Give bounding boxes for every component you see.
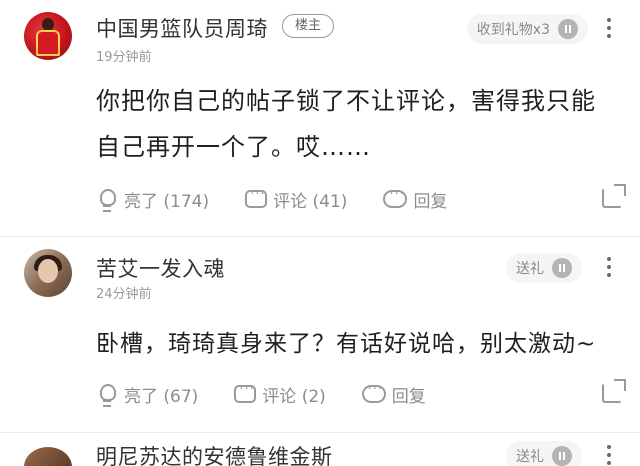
pause-icon bbox=[552, 446, 572, 466]
more-options-icon[interactable] bbox=[606, 445, 612, 466]
comment-text: 卧槽，琦琦真身来了？有话好说哈，别太激动~ bbox=[96, 331, 597, 357]
avatar[interactable] bbox=[24, 447, 72, 466]
action-bar: 亮了 (67) 评论 (2) 回复 bbox=[96, 379, 626, 409]
op-badge: 楼主 bbox=[282, 14, 335, 38]
share-icon[interactable] bbox=[602, 379, 626, 403]
pause-icon bbox=[552, 258, 572, 278]
reply-icon bbox=[383, 187, 408, 208]
pause-icon bbox=[558, 19, 578, 39]
like-button[interactable]: 亮了 (67) bbox=[96, 382, 198, 407]
comment-button[interactable]: 评论 (2) bbox=[234, 382, 326, 407]
comment-button[interactable]: 评论 (41) bbox=[245, 187, 347, 212]
reply-icon bbox=[361, 382, 386, 403]
like-label: 亮了 (67) bbox=[124, 386, 199, 407]
comment-item: 明尼苏达的安德鲁维金斯 送礼 bbox=[0, 432, 640, 466]
username[interactable]: 中国男篮队员周琦 bbox=[96, 13, 268, 43]
comment-icon bbox=[234, 382, 257, 403]
comment-item: 中国男篮队员周琦 楼主 19分钟前 收到礼物x3 你把你自己的帖子锁了不让评论，… bbox=[0, 0, 640, 236]
comment-label: 评论 (2) bbox=[262, 386, 326, 407]
username[interactable]: 明尼苏达的安德鲁维金斯 bbox=[96, 441, 333, 466]
comment-label: 评论 (41) bbox=[273, 191, 348, 212]
more-options-icon[interactable] bbox=[606, 257, 612, 279]
avatar-jersey bbox=[36, 30, 60, 56]
comment-text: 你把你自己的帖子锁了不让评论，害得我只能自己再开一个了。哎…… bbox=[96, 87, 596, 161]
gift-label: 送礼 bbox=[516, 261, 544, 277]
comment-icon bbox=[245, 187, 268, 208]
reply-label: 回复 bbox=[413, 191, 448, 212]
gift-label: 收到礼物x3 bbox=[476, 22, 550, 38]
action-bar: 亮了 (174) 评论 (41) 回复 bbox=[96, 184, 626, 214]
lightbulb-icon bbox=[96, 188, 118, 212]
reply-label: 回复 bbox=[391, 386, 426, 407]
like-label: 亮了 (174) bbox=[124, 191, 210, 212]
like-button[interactable]: 亮了 (174) bbox=[96, 187, 209, 212]
gift-button[interactable]: 收到礼物x3 bbox=[466, 14, 588, 44]
username[interactable]: 苦艾一发入魂 bbox=[96, 253, 225, 283]
timestamp: 24分钟前 bbox=[96, 287, 152, 302]
reply-button[interactable]: 回复 bbox=[361, 382, 426, 407]
timestamp: 19分钟前 bbox=[96, 50, 152, 65]
more-options-icon[interactable] bbox=[606, 18, 612, 40]
lightbulb-icon bbox=[96, 383, 118, 407]
share-icon[interactable] bbox=[602, 184, 626, 208]
comment-item: 苦艾一发入魂 24分钟前 送礼 卧槽，琦琦真身来了？有话好说哈，别太激动~ 亮了… bbox=[0, 236, 640, 432]
gift-label: 送礼 bbox=[516, 449, 544, 465]
avatar-face bbox=[38, 259, 58, 283]
gift-button[interactable]: 送礼 bbox=[506, 441, 582, 466]
gift-button[interactable]: 送礼 bbox=[506, 253, 582, 283]
reply-button[interactable]: 回复 bbox=[383, 187, 447, 212]
avatar[interactable] bbox=[24, 12, 72, 60]
avatar[interactable] bbox=[24, 249, 72, 297]
